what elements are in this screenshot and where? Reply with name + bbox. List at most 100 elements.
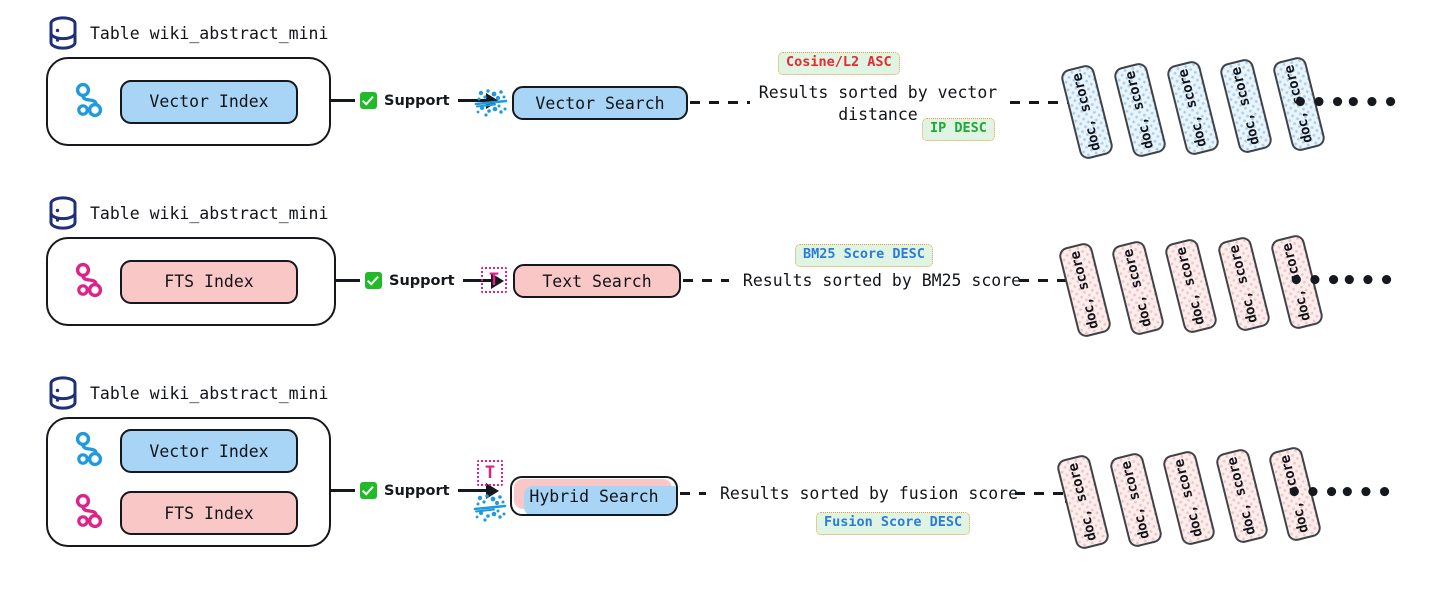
vector-scatter-icon — [474, 88, 508, 118]
database-icon — [48, 16, 78, 50]
green-check-icon — [360, 482, 377, 499]
result-card-label: doc, score — [1065, 461, 1101, 543]
result-card: doc, score — [1214, 447, 1270, 545]
vector-search-label: Vector Search — [535, 93, 665, 113]
result-card-label: doc, score — [1069, 71, 1105, 153]
index-chip-label: Vector Index — [149, 92, 269, 111]
hybrid-search-node[interactable]: Hybrid Search — [510, 476, 678, 516]
dashed-connector-left-hybrid — [680, 492, 708, 495]
result-card-label: doc, score — [1175, 67, 1211, 149]
hybrid-search-flow-row: Table wiki_abstract_mini Vector Index FT… — [0, 370, 1440, 592]
fts-link-icon-svg — [75, 493, 103, 529]
order-badge-cosine-l2-asc: Cosine/L2 ASC — [778, 52, 900, 75]
order-badge-text: Cosine/L2 ASC — [786, 54, 892, 70]
text-t-icon-glyph: T — [481, 267, 507, 293]
result-card-label: doc, score — [1067, 249, 1103, 331]
order-badge-fusion-score-desc: Fusion Score DESC — [816, 512, 971, 535]
support-label: Support — [389, 272, 455, 289]
database-icon — [48, 196, 78, 230]
database-icon — [48, 376, 78, 410]
text-search-label: Text Search — [542, 271, 652, 291]
result-card-label: doc, score — [1120, 247, 1156, 329]
result-card-label: doc, score — [1228, 65, 1264, 147]
index-row-vector-index: Vector Index — [48, 79, 329, 124]
ellipsis-1: ••• — [1286, 478, 1342, 508]
result-card-label: doc, score — [1171, 457, 1207, 539]
order-badge-text: BM25 Score DESC — [803, 246, 925, 262]
connector-line — [336, 279, 360, 282]
dashed-connector-left-vector — [690, 101, 750, 104]
support-label: Support — [384, 482, 450, 499]
result-card-label: doc, score — [1122, 69, 1158, 151]
vector-scatter-icon — [473, 493, 507, 523]
table-name-label: Table wiki_abstract_mini — [90, 23, 329, 43]
index-row-fts-index: FTS Index — [48, 491, 329, 535]
text-t-icon: T — [481, 267, 507, 293]
text-result-caption: Results sorted by BM25 score — [729, 270, 1035, 293]
caption-line-1: Results sorted by BM25 score — [742, 271, 1022, 290]
vector-search-node[interactable]: Vector Search — [512, 86, 688, 120]
dashed-connector-right-text — [1019, 271, 1083, 290]
fts-link-icon — [72, 261, 106, 303]
text-t-icon-glyph: T — [477, 460, 503, 486]
result-card: doc, score — [1112, 61, 1168, 159]
index-chip-vector-index[interactable]: Vector Index — [120, 429, 298, 473]
ellipsis-2: ••• — [1345, 88, 1401, 118]
support-label: Support — [384, 92, 450, 109]
result-card-label: doc, score — [1224, 455, 1260, 537]
caption-line-1: Results sorted by vector — [758, 83, 998, 102]
diagram-canvas: Table wiki_abstract_mini Vector Index Su… — [0, 0, 1440, 592]
text-search-flow-row: Table wiki_abstract_mini FTS Index Suppo… — [0, 180, 1440, 360]
fts-link-icon — [72, 492, 106, 534]
ellipsis-2: ••• — [1339, 478, 1395, 508]
dashed-connector-left-text — [683, 279, 729, 282]
table-header-text: Table wiki_abstract_mini — [48, 196, 328, 230]
index-row-vector-index: Vector Index — [48, 429, 329, 473]
dashed-connector-right-hybrid — [1015, 484, 1079, 503]
text-search-node[interactable]: Text Search — [513, 264, 681, 298]
vector-link-icon — [72, 81, 106, 123]
order-badge-text: Fusion Score DESC — [824, 514, 963, 530]
table-box-vector: Vector Index — [46, 57, 331, 146]
result-card: doc, score — [1108, 451, 1164, 549]
ellipsis-2: ••• — [1341, 266, 1397, 296]
order-badge-ip-desc: IP DESC — [922, 118, 995, 141]
text-t-icon: T — [477, 460, 503, 486]
green-check-icon — [360, 92, 377, 109]
result-card: doc, score — [1110, 239, 1166, 337]
database-icon-svg — [49, 196, 77, 230]
result-card-label: doc, score — [1118, 459, 1154, 541]
table-name-label: Table wiki_abstract_mini — [90, 383, 329, 403]
result-card: doc, score — [1218, 57, 1274, 155]
order-badge-text: IP DESC — [930, 120, 987, 136]
vector-link-icon-svg — [75, 431, 103, 467]
ellipsis-1: ••• — [1292, 88, 1348, 118]
dashed-connector-right-vector — [1010, 93, 1084, 112]
connector-line — [331, 489, 355, 492]
index-chip-label: Vector Index — [149, 441, 269, 461]
connector-line — [331, 99, 355, 102]
vector-scatter-icon-svg — [473, 494, 507, 522]
support-connector-text: Support — [336, 272, 504, 289]
result-card: doc, score — [1055, 453, 1111, 551]
fts-link-icon-svg — [75, 262, 103, 297]
index-chip-label: FTS Index — [164, 503, 254, 523]
ellipsis-1: ••• — [1288, 266, 1344, 296]
database-icon-svg — [49, 16, 77, 50]
index-chip-fts-index[interactable]: FTS Index — [120, 491, 298, 535]
database-icon-svg — [49, 376, 77, 410]
result-card: doc, score — [1216, 235, 1272, 333]
index-chip-fts-index[interactable]: FTS Index — [120, 259, 298, 304]
result-card: doc, score — [1057, 241, 1113, 339]
result-card-label: doc, score — [1226, 243, 1262, 325]
vector-link-icon — [72, 430, 106, 472]
table-header-vector: Table wiki_abstract_mini — [48, 16, 328, 50]
index-chip-vector-index[interactable]: Vector Index — [120, 79, 298, 124]
vector-link-icon-svg — [75, 82, 103, 117]
table-box-text: FTS Index — [46, 237, 336, 326]
vector-search-flow-row: Table wiki_abstract_mini Vector Index Su… — [0, 0, 1440, 180]
hybrid-search-label: Hybrid Search — [529, 486, 659, 506]
table-box-hybrid: Vector Index FTS Index — [46, 417, 331, 547]
vector-scatter-icon-svg — [474, 89, 508, 117]
result-card: doc, score — [1163, 237, 1219, 335]
